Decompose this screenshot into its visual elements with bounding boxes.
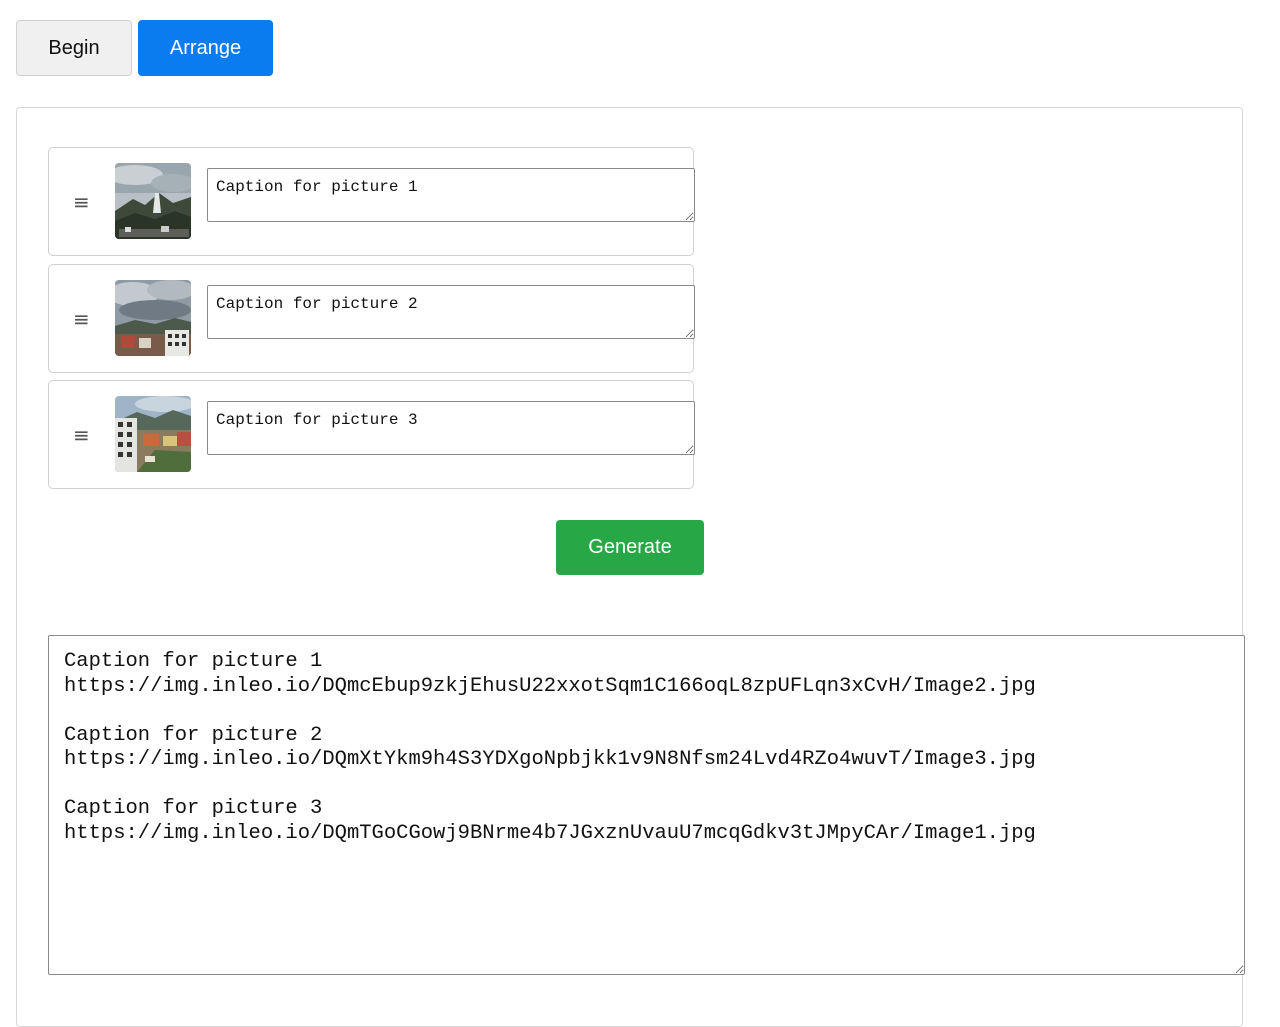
picture-item-3[interactable]: ≡ Caption for picture 3 xyxy=(48,380,695,489)
drag-handle-icon[interactable]: ≡ xyxy=(73,309,90,329)
drag-handle-icon[interactable]: ≡ xyxy=(73,192,90,212)
tab-bar: Begin Arrange xyxy=(16,20,273,76)
caption-input-1[interactable]: Caption for picture 1 xyxy=(207,168,695,222)
cloudy-city-photo-icon xyxy=(115,280,191,356)
generated-output-textarea[interactable]: Caption for picture 1 https://img.inleo.… xyxy=(48,635,1245,975)
town-street-photo-icon xyxy=(115,396,191,472)
mountain-photo-icon xyxy=(115,163,191,239)
picture-item-1[interactable]: ≡ Caption for picture 1 xyxy=(48,147,695,256)
tab-begin[interactable]: Begin xyxy=(16,20,132,76)
caption-input-2[interactable]: Caption for picture 2 xyxy=(207,285,695,339)
arrange-panel: ≡ Caption for picture 1 ≡ Caption for pi… xyxy=(16,107,1245,1027)
generate-button[interactable]: Generate xyxy=(556,520,704,575)
tab-arrange[interactable]: Arrange xyxy=(138,20,273,76)
picture-item-2[interactable]: ≡ Caption for picture 2 xyxy=(48,264,695,373)
caption-input-3[interactable]: Caption for picture 3 xyxy=(207,401,695,455)
drag-handle-icon[interactable]: ≡ xyxy=(73,425,90,445)
